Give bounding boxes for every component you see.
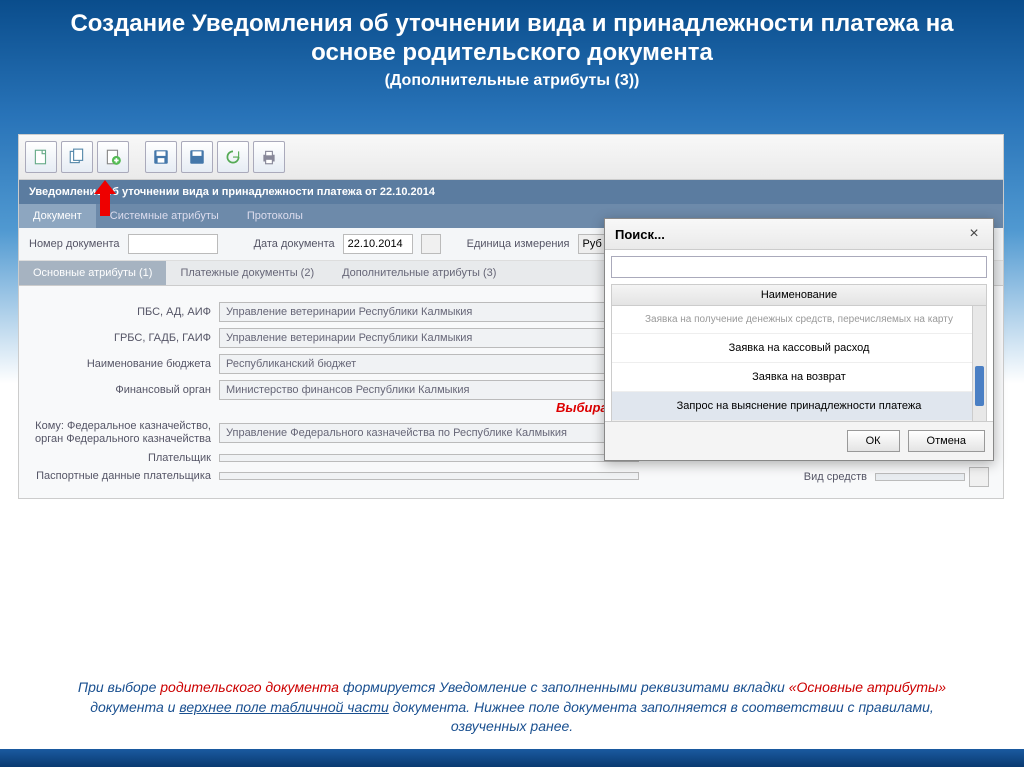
pbs-label: ПБС, АД, АИФ [29,306,219,318]
vid-label: Вид средств [804,471,875,483]
payer-field[interactable] [219,454,639,462]
close-icon[interactable]: × [965,225,983,243]
vid-field[interactable] [875,473,965,481]
tab-main-attrs[interactable]: Основные атрибуты (1) [19,261,166,285]
save-as-button[interactable] [181,141,213,173]
list-item-selected[interactable]: Запрос на выяснение принадлежности плате… [612,392,986,421]
refresh-button[interactable] [217,141,249,173]
print-button[interactable] [253,141,285,173]
tab-document[interactable]: Документ [19,204,96,228]
passport-field[interactable] [219,472,639,480]
ok-button[interactable]: ОК [847,430,900,452]
passport-label: Паспортные данные плательщика [29,470,219,482]
tab-extra-attrs[interactable]: Дополнительные атрибуты (3) [328,261,510,285]
save-button[interactable] [145,141,177,173]
list-item[interactable]: Заявка на кассовый расход [612,334,986,363]
budget-field[interactable]: Республиканский бюджет [219,354,639,374]
popup-search-input[interactable] [611,256,987,278]
doc-number-input[interactable] [128,234,218,254]
tab-payment-docs[interactable]: Платежные документы (2) [166,261,328,285]
bottom-bar [0,749,1024,767]
calendar-icon[interactable] [421,234,441,254]
finorg-field[interactable]: Министерство финансов Республики Калмыки… [219,380,639,400]
scrollbar[interactable] [972,306,986,421]
popup-column-header: Наименование [611,284,987,306]
slide-title: Создание Уведомления об уточнении вида и… [0,0,1024,95]
doc-date-input[interactable] [343,234,413,254]
towhom-label: Кому: Федеральное казначейство, орган Фе… [29,420,219,446]
arrow-up-icon [90,178,120,221]
grbs-label: ГРБС, ГАДБ, ГАИФ [29,332,219,344]
toolbar [19,135,1003,180]
cancel-button[interactable]: Отмена [908,430,985,452]
list-item[interactable]: Заявка на получение денежных средств, пе… [612,306,986,334]
copy-doc-button[interactable] [61,141,93,173]
scrollbar-thumb[interactable] [975,366,984,406]
tab-protocols[interactable]: Протоколы [233,204,317,228]
popup-title: Поиск... [615,227,665,242]
budget-label: Наименование бюджета [29,358,219,370]
bottom-note: При выборе родительского документа форми… [0,678,1024,737]
search-popup: Поиск... × Наименование Заявка на получе… [604,218,994,461]
unit-label: Единица измерения [467,238,570,250]
slide-title-text: Создание Уведомления об уточнении вида и… [40,10,984,68]
add-doc-button[interactable] [97,141,129,173]
list-item[interactable]: Заявка на возврат [612,363,986,392]
payer-label: Плательщик [29,452,219,464]
finorg-label: Финансовый орган [29,384,219,396]
pbs-field[interactable]: Управление ветеринарии Республики Калмык… [219,302,639,322]
new-doc-button[interactable] [25,141,57,173]
popup-list: Заявка на получение денежных средств, пе… [611,306,987,421]
grbs-field[interactable]: Управление ветеринарии Республики Калмык… [219,328,639,348]
towhom-field[interactable]: Управление Федерального казначейства по … [219,423,639,443]
document-header: Уведомление об уточнении вида и принадле… [19,180,1003,204]
doc-date-label: Дата документа [254,238,335,250]
slide-subtitle: (Дополнительные атрибуты (3)) [40,72,984,90]
vid-lookup-icon[interactable] [969,467,989,487]
doc-number-label: Номер документа [29,238,120,250]
